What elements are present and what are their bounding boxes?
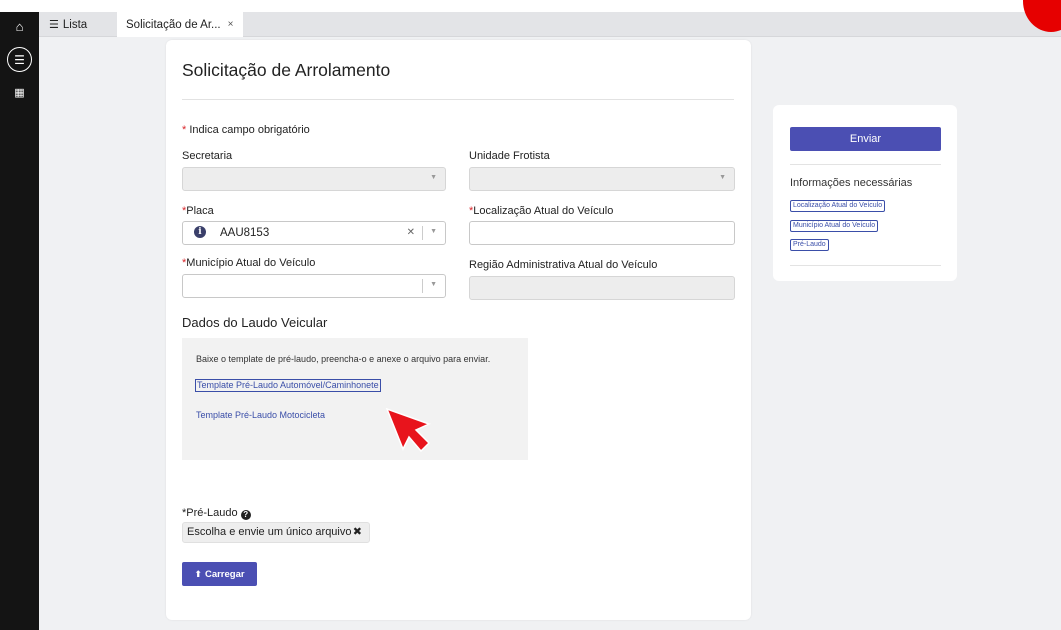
tab-solicitacao-label: Solicitação de Ar...: [126, 18, 221, 31]
info-title: Informações necessárias: [790, 177, 913, 189]
placa-label-text: Placa: [186, 205, 214, 217]
placa-select[interactable]: i AAU8153 ✕ ▼: [182, 221, 446, 245]
localizacao-label: *Localização Atual do Veículo: [469, 205, 613, 217]
upload-circle-icon: ⬆: [194, 568, 202, 579]
tab-lista[interactable]: ☰ Lista: [47, 12, 117, 37]
municipio-label-text: Município Atual do Veículo: [186, 257, 316, 269]
tab-solicitacao[interactable]: Solicitação de Ar... ×: [117, 12, 243, 37]
side-divider: [790, 265, 941, 266]
home-icon[interactable]: ⌂: [7, 14, 32, 39]
side-panel: Enviar Informações necessárias Localizaç…: [773, 105, 957, 281]
secretaria-select: ▼: [182, 167, 446, 191]
close-tab-icon[interactable]: ×: [228, 19, 234, 30]
regiao-label: Região Administrativa Atual do Veículo: [469, 259, 658, 271]
file-chooser[interactable]: Escolha e envie um único arquivo ✖: [182, 522, 370, 543]
placa-label: *Placa: [182, 205, 214, 217]
chip-localizacao[interactable]: Localização Atual do Veículo: [790, 200, 886, 212]
template-auto-link[interactable]: Template Pré-Laudo Automóvel/Caminhonete: [195, 379, 381, 392]
info-icon: i: [194, 226, 206, 238]
carregar-label: Carregar: [204, 568, 245, 580]
menu-list-icon[interactable]: ☰: [7, 47, 32, 72]
chevron-down-icon[interactable]: ▼: [430, 281, 437, 288]
chip-municipio[interactable]: Município Atual do Veículo: [790, 220, 879, 232]
pre-laudo-label: *Pré-Laudo?: [182, 507, 251, 520]
enviar-button[interactable]: Enviar: [790, 127, 941, 151]
mouse-pointer-icon: [385, 407, 431, 453]
help-icon[interactable]: ?: [240, 510, 251, 520]
chevron-down-icon: ▼: [430, 174, 437, 181]
select-separator: [422, 226, 423, 240]
required-note-text: Indica campo obrigatório: [189, 124, 310, 136]
qr-grid-icon[interactable]: ▦: [7, 80, 32, 105]
regiao-input: [469, 276, 735, 300]
tab-bar: ☰ Lista Solicitação de Ar... ×: [39, 12, 1061, 37]
municipio-label: *Município Atual do Veículo: [182, 257, 315, 269]
chip-pre-laudo[interactable]: Pré-Laudo: [790, 239, 829, 251]
list-icon: ☰: [49, 19, 59, 31]
file-chooser-text: Escolha e envie um único arquivo: [187, 526, 352, 538]
municipio-select[interactable]: ▼: [182, 274, 446, 298]
page-title: Solicitação de Arrolamento: [182, 60, 391, 80]
localizacao-input[interactable]: [469, 221, 735, 245]
app-frame: ⌂ ☰ ▦ ☰ Lista Solicitação de Ar... × Sol…: [0, 12, 1061, 630]
title-divider: [182, 99, 734, 100]
select-separator: [422, 279, 423, 293]
localizacao-label-text: Localização Atual do Veículo: [473, 205, 614, 217]
laudo-panel: Baixe o template de pré-laudo, preencha-…: [182, 338, 528, 460]
required-note: * Indica campo obrigatório: [182, 124, 310, 136]
unidade-label: Unidade Frotista: [469, 150, 550, 162]
pre-laudo-label-text: Pré-Laudo: [186, 507, 238, 519]
form-card: Solicitação de Arrolamento * Indica camp…: [166, 40, 751, 620]
side-divider: [790, 164, 941, 165]
carregar-button[interactable]: ⬆ Carregar: [182, 562, 257, 586]
placa-value: AAU8153: [220, 227, 270, 239]
laudo-section-title: Dados do Laudo Veicular: [182, 315, 328, 330]
template-moto-link[interactable]: Template Pré-Laudo Motocicleta: [196, 410, 325, 420]
clear-icon[interactable]: ✕: [407, 227, 415, 238]
unidade-select: ▼: [469, 167, 735, 191]
chevron-down-icon[interactable]: ▼: [430, 228, 437, 235]
left-rail: ⌂ ☰ ▦: [0, 12, 39, 630]
chevron-down-icon: ▼: [719, 174, 726, 181]
laudo-instructions: Baixe o template de pré-laudo, preencha-…: [196, 354, 491, 364]
secretaria-label: Secretaria: [182, 150, 233, 162]
remove-file-icon[interactable]: ✖: [353, 523, 362, 542]
required-marker: *: [182, 124, 187, 136]
tab-lista-label: Lista: [62, 18, 88, 31]
